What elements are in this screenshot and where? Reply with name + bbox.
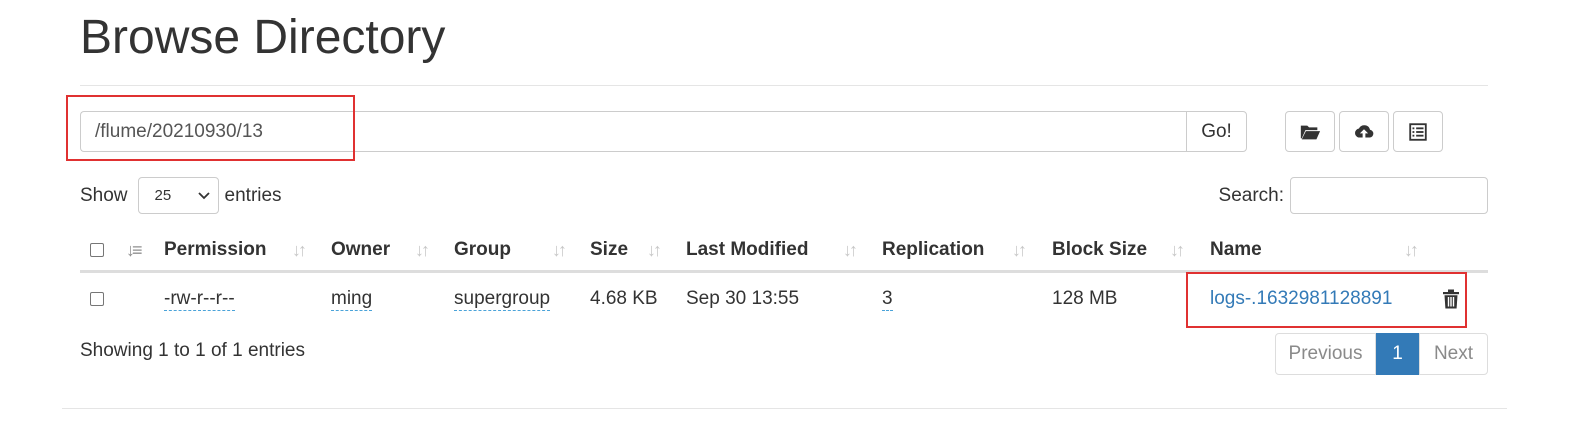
path-bar: Go! [80,111,1247,152]
pagination: Previous 1 Next [1275,333,1488,375]
column-header-permission[interactable]: Permission [164,230,266,270]
search-input[interactable] [1290,177,1488,214]
folder-open-icon [1300,125,1321,139]
previous-button[interactable]: Previous [1275,333,1376,375]
show-label: Show [80,184,128,206]
file-name-link[interactable]: logs-.1632981128891 [1210,273,1392,325]
entries-label: entries [224,184,282,206]
title-divider [80,85,1488,86]
last-modified-value: Sep 30 13:55 [686,288,800,309]
sort-asc-icon[interactable]: ↓≡ [126,230,142,270]
sort-icon[interactable]: ↓↑ [1012,230,1027,270]
next-button[interactable]: Next [1419,333,1488,375]
upload-files-button[interactable] [1339,111,1389,152]
sort-icon[interactable]: ↓↑ [292,230,307,270]
size-value: 4.68 KB [590,288,658,309]
sort-icon[interactable]: ↓↑ [415,230,430,270]
search-control: Search: [1219,177,1488,214]
column-header-size[interactable]: Size [590,230,628,270]
page-title: Browse Directory [80,11,446,64]
sort-icon[interactable]: ↓↑ [552,230,567,270]
list-icon [1409,122,1427,141]
trash-icon [1443,289,1459,309]
column-header-last-modified[interactable]: Last Modified [686,230,808,270]
owner-value[interactable]: ming [331,288,373,311]
group-value[interactable]: supergroup [454,288,551,311]
sort-icon[interactable]: ↓↑ [1404,230,1419,270]
sort-icon[interactable]: ↓↑ [647,230,662,270]
column-header-replication[interactable]: Replication [882,230,984,270]
cloud-upload-icon [1355,124,1374,138]
page-length-control: Show 25 entries [80,177,282,214]
path-input[interactable] [80,111,1186,152]
footer-divider [62,408,1507,409]
sort-icon[interactable]: ↓↑ [843,230,858,270]
column-header-block-size[interactable]: Block Size [1052,230,1147,270]
create-directory-button[interactable] [1285,111,1335,152]
page-1-button[interactable]: 1 [1376,333,1419,375]
column-header-owner[interactable]: Owner [331,230,390,270]
cut-paste-button[interactable] [1393,111,1443,152]
column-header-group[interactable]: Group [454,230,511,270]
replication-value[interactable]: 3 [882,288,893,311]
page-length-select[interactable]: 25 [137,177,219,214]
block-size-value: 128 MB [1052,288,1118,309]
go-button[interactable]: Go! [1186,111,1247,152]
row-checkbox[interactable] [90,273,104,325]
table-info: Showing 1 to 1 of 1 entries [80,340,305,361]
search-label: Search: [1218,184,1284,206]
select-all-checkbox[interactable] [90,230,104,270]
table-row: -rw-r--r-- ming supergroup 4.68 KB Sep 3… [80,273,1488,325]
delete-button[interactable] [1442,273,1460,325]
permission-value[interactable]: -rw-r--r-- [164,288,235,311]
column-header-name[interactable]: Name [1210,230,1262,270]
table-header: ↓≡ Permission ↓↑ Owner ↓↑ Group ↓↑ Size … [80,230,1488,273]
chevron-down-icon [197,191,210,199]
page-length-value: 25 [154,187,172,204]
sort-icon[interactable]: ↓↑ [1170,230,1185,270]
